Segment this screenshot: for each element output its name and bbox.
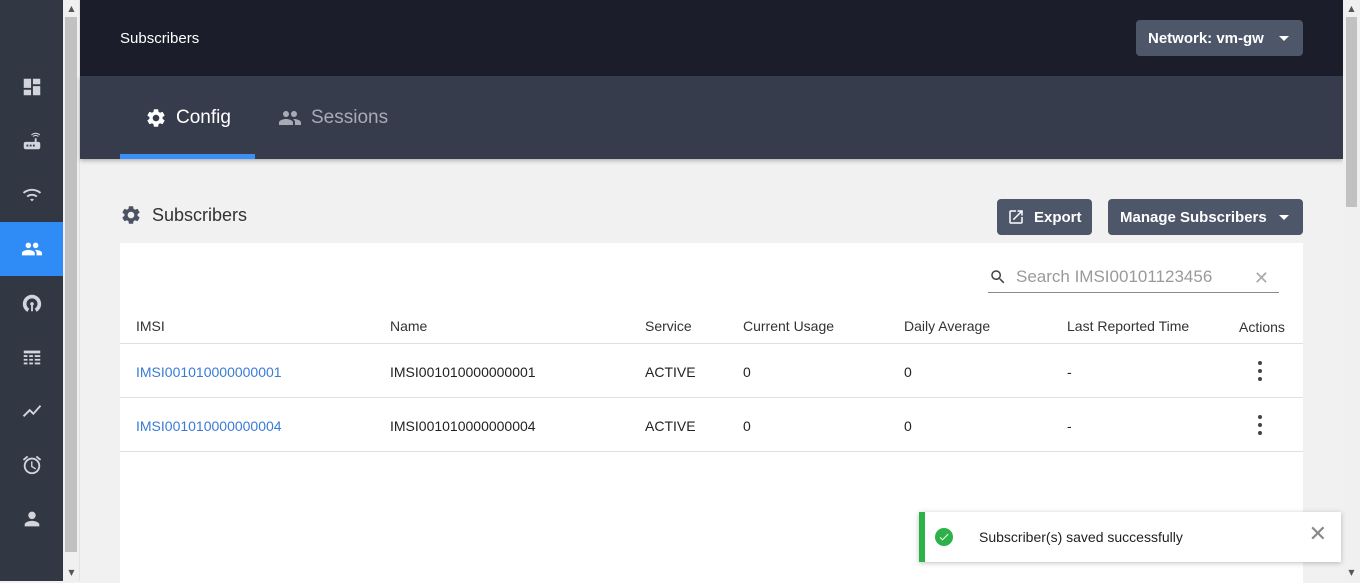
imsi-link[interactable]: IMSI001010000000004 xyxy=(136,418,282,434)
people-icon xyxy=(279,110,301,125)
caret-down-icon xyxy=(1279,36,1289,41)
network-selector-button[interactable]: Network: vm-gw xyxy=(1136,20,1303,56)
gear-icon xyxy=(147,108,165,127)
daily-average: 0 xyxy=(904,364,912,380)
table-icon xyxy=(23,350,40,365)
sidebar-item-subscribers[interactable] xyxy=(0,222,63,276)
sidebar-scrollbar[interactable]: ▲ ▼ xyxy=(63,0,80,581)
scroll-up-arrow-icon[interactable]: ▲ xyxy=(1343,0,1360,17)
search-icon xyxy=(991,269,1005,283)
signal-icon xyxy=(22,294,41,312)
imsi-link[interactable]: IMSI001010000000001 xyxy=(136,364,282,380)
open-in-new-icon xyxy=(1009,210,1023,224)
daily-average: 0 xyxy=(904,418,912,434)
scrollbar-thumb[interactable] xyxy=(65,17,77,552)
gear-icon xyxy=(122,206,140,224)
close-icon[interactable]: ✕ xyxy=(1309,524,1327,546)
tab-config[interactable]: Config xyxy=(120,76,255,159)
tab-sessions-label: Sessions xyxy=(311,106,389,128)
column-header-imsi[interactable]: IMSI xyxy=(136,318,165,334)
sidebar-item-signal[interactable] xyxy=(0,276,63,330)
alarm-icon xyxy=(22,455,41,475)
current-usage: 0 xyxy=(743,418,751,434)
page-title: Subscribers xyxy=(120,30,200,47)
sidebar-item-dashboard[interactable] xyxy=(0,60,63,114)
router-icon xyxy=(23,132,40,150)
dashboard-icon xyxy=(23,78,40,96)
tab-sessions[interactable]: Sessions xyxy=(278,76,388,159)
section-header: Subscribers xyxy=(120,204,247,226)
success-toast: Subscriber(s) saved successfully ✕ xyxy=(919,512,1341,562)
sidebar-item-alerts[interactable] xyxy=(0,438,63,492)
page-scrollbar[interactable]: ▲ ▼ xyxy=(1343,0,1360,581)
column-header-daily-average[interactable]: Daily Average xyxy=(904,318,990,334)
subscriber-name: IMSI001010000000001 xyxy=(390,364,536,380)
column-header-current-usage[interactable]: Current Usage xyxy=(743,318,834,334)
network-label: Network: vm-gw xyxy=(1148,29,1264,47)
scroll-up-arrow-icon[interactable]: ▲ xyxy=(63,0,80,17)
scroll-down-arrow-icon[interactable]: ▼ xyxy=(63,564,80,581)
table-header: IMSI Name Service Current Usage Daily Av… xyxy=(120,305,1303,344)
search-box[interactable]: ✕ xyxy=(988,261,1279,293)
manage-subscribers-button[interactable]: Manage Subscribers xyxy=(1108,199,1303,235)
export-label: Export xyxy=(1034,208,1082,226)
more-actions-icon[interactable] xyxy=(1258,415,1262,435)
sidebar-item-equipment[interactable] xyxy=(0,114,63,168)
search-input[interactable] xyxy=(1016,266,1246,287)
current-usage: 0 xyxy=(743,364,751,380)
column-header-name[interactable]: Name xyxy=(390,318,427,334)
toast-message: Subscriber(s) saved successfully xyxy=(979,529,1183,545)
sidebar-item-policy[interactable] xyxy=(0,330,63,384)
service-status: ACTIVE xyxy=(645,418,696,434)
caret-down-icon xyxy=(1279,215,1289,220)
service-status: ACTIVE xyxy=(645,364,696,380)
tab-bar: Config Sessions xyxy=(80,76,1343,159)
sidebar-nav xyxy=(0,0,63,581)
active-tab-indicator xyxy=(120,154,255,159)
sidebar-item-account[interactable] xyxy=(0,492,63,546)
section-title: Subscribers xyxy=(152,204,248,225)
column-header-last-reported-time[interactable]: Last Reported Time xyxy=(1067,318,1189,334)
column-header-actions: Actions xyxy=(1239,319,1285,335)
check-circle-icon xyxy=(935,528,953,546)
manage-subscribers-label: Manage Subscribers xyxy=(1120,208,1267,226)
top-app-bar: Subscribers Network: vm-gw xyxy=(80,0,1343,76)
tab-config-label: Config xyxy=(176,106,231,128)
subscriber-name: IMSI001010000000004 xyxy=(390,418,536,434)
export-button[interactable]: Export xyxy=(997,199,1092,235)
scrollbar-thumb[interactable] xyxy=(1346,17,1357,207)
clear-search-icon[interactable]: ✕ xyxy=(1254,268,1269,289)
sidebar-item-network[interactable] xyxy=(0,168,63,222)
sidebar-item-metrics[interactable] xyxy=(0,384,63,438)
more-actions-icon[interactable] xyxy=(1258,361,1262,381)
table-row: IMSI001010000000004 IMSI001010000000004 … xyxy=(120,398,1303,452)
people-icon xyxy=(21,242,42,256)
scroll-down-arrow-icon[interactable]: ▼ xyxy=(1343,564,1360,581)
last-reported-time: - xyxy=(1067,364,1072,380)
wifi-tethering-icon xyxy=(22,188,41,202)
column-header-service[interactable]: Service xyxy=(645,318,692,334)
trend-icon xyxy=(22,405,41,417)
person-icon xyxy=(24,511,39,527)
last-reported-time: - xyxy=(1067,418,1072,434)
table-row: IMSI001010000000001 IMSI001010000000001 … xyxy=(120,344,1303,398)
